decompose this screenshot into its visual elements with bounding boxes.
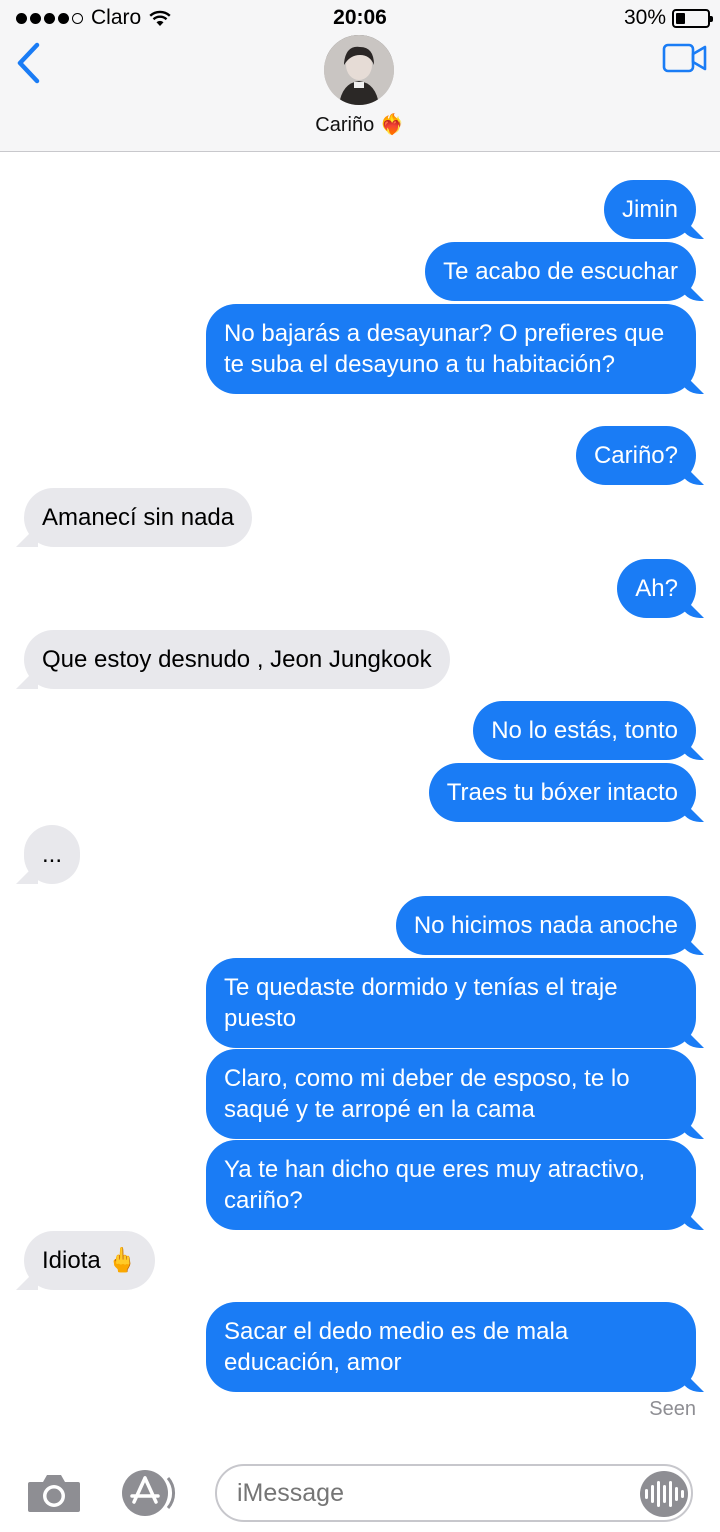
contact-name[interactable]: Cariño ❤️‍🔥	[0, 112, 720, 137]
message-bubble[interactable]: Ya te han dicho que eres muy atractivo, …	[206, 1140, 696, 1230]
chevron-left-icon	[17, 42, 40, 84]
message-bubble[interactable]: ...	[24, 825, 81, 884]
heart-on-fire-emoji: ❤️‍🔥	[379, 114, 405, 136]
message-bubble[interactable]: No lo estás, tonto	[473, 701, 696, 760]
message-bubble[interactable]: Jimin	[603, 180, 696, 239]
message-bubble[interactable]: Traes tu bóxer intacto	[428, 763, 696, 822]
audio-waveform-icon	[644, 1489, 648, 1499]
message-bubble[interactable]: Idiota 🖕	[24, 1231, 156, 1290]
camera-button[interactable]	[26, 1472, 82, 1514]
message-bubble[interactable]: No hicimos nada anoche	[395, 896, 696, 955]
message-bubble[interactable]: Claro, como mi deber de esposo, te lo sa…	[206, 1049, 696, 1139]
contact-avatar[interactable]	[324, 35, 394, 105]
contact-name-text: Cariño	[315, 114, 375, 136]
audio-message-button[interactable]	[640, 1471, 688, 1517]
message-input[interactable]	[215, 1464, 693, 1522]
compose-bar	[0, 1452, 720, 1532]
video-call-button[interactable]	[662, 42, 708, 74]
read-receipt: Seen	[649, 1398, 696, 1420]
status-bar: Claro 20:06 30%	[0, 0, 720, 36]
message-bubble[interactable]: Que estoy desnudo , Jeon Jungkook	[24, 630, 450, 689]
battery-percent: 30%	[623, 6, 666, 29]
app-store-button[interactable]	[118, 1468, 180, 1518]
back-button[interactable]	[10, 40, 46, 86]
message-bubble[interactable]: Cariño?	[575, 426, 696, 485]
conversation-header: Claro 20:06 30%	[0, 0, 720, 152]
message-bubble[interactable]: Te acabo de escuchar	[425, 242, 696, 301]
message-thread[interactable]: Jimin Te acabo de escuchar No bajarás a …	[0, 152, 720, 1452]
video-camera-icon	[662, 43, 707, 73]
message-bubble[interactable]: Ah?	[617, 559, 696, 618]
message-bubble[interactable]: No bajarás a desayunar? O prefieres que …	[206, 304, 696, 394]
message-bubble[interactable]: Te quedaste dormido y tenías el traje pu…	[206, 958, 696, 1048]
app-store-icon	[122, 1470, 175, 1516]
clock: 20:06	[333, 6, 387, 29]
battery-icon	[672, 8, 713, 28]
battery-info: 30%	[623, 6, 713, 30]
camera-icon	[28, 1475, 80, 1512]
message-bubble[interactable]: Amanecí sin nada	[24, 488, 253, 547]
message-bubble[interactable]: Sacar el dedo medio es de mala educación…	[206, 1302, 696, 1392]
